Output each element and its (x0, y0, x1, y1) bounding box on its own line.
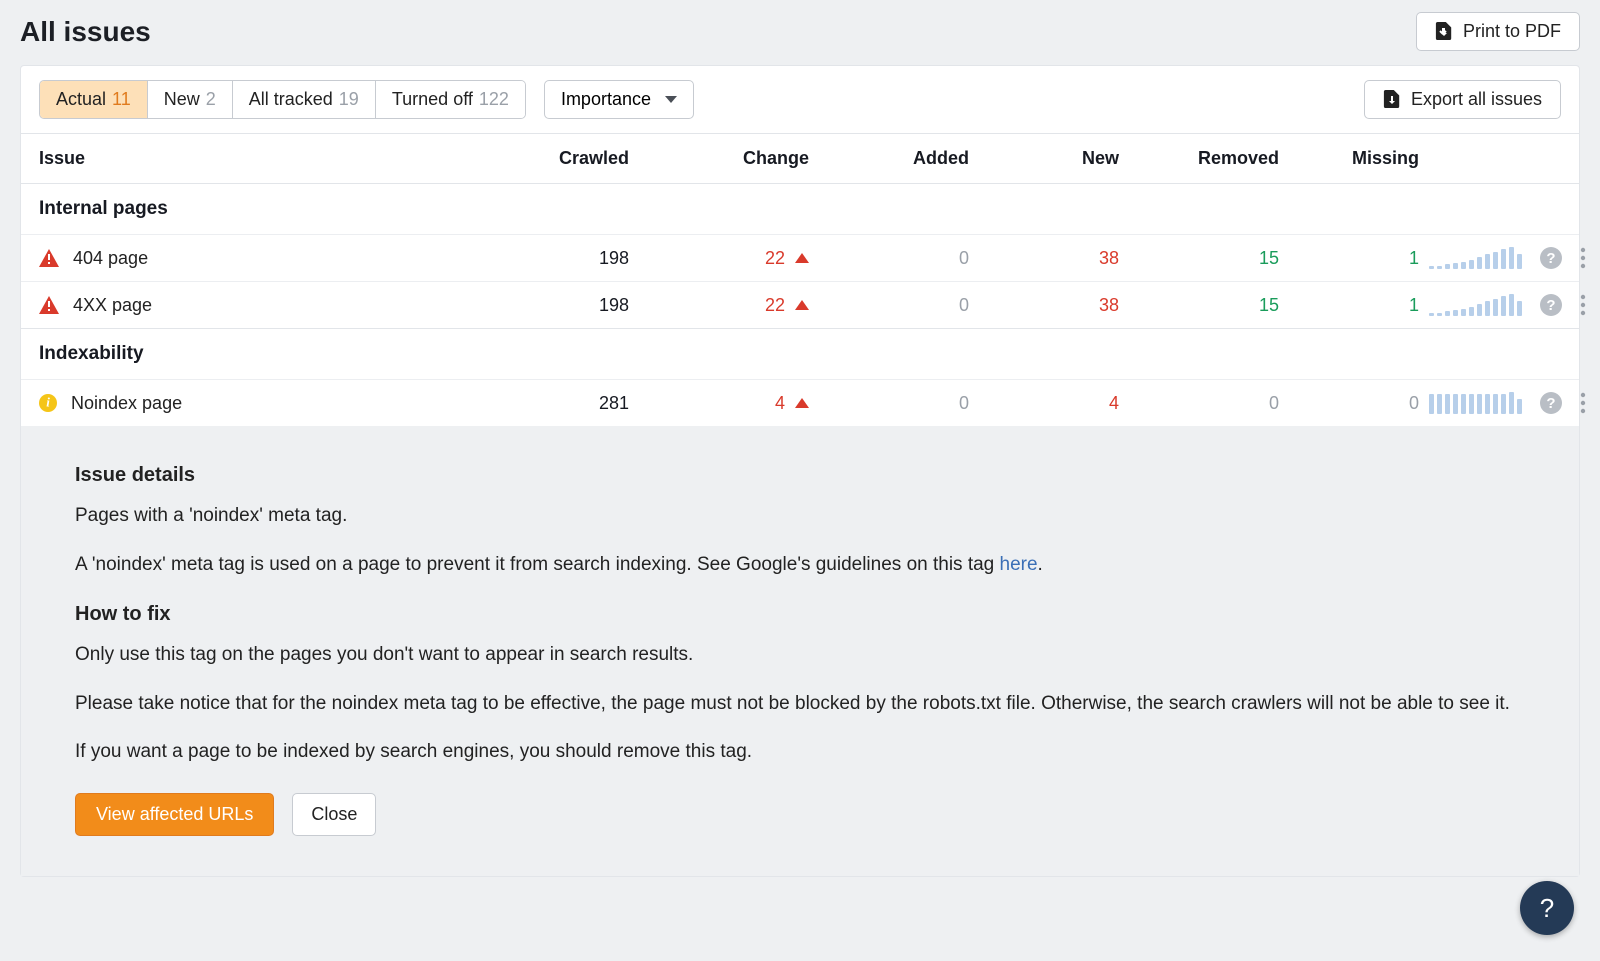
table-row[interactable]: Noindex page 281 4 0 4 0 0 ? (21, 380, 1579, 426)
table-row[interactable]: 404 page 198 22 0 38 15 1 ? (21, 235, 1579, 282)
export-label: Export all issues (1411, 89, 1542, 110)
removed-value: 0 (1129, 393, 1289, 414)
change-cell: 22 (639, 295, 819, 316)
removed-value: 15 (1129, 248, 1289, 269)
new-value: 38 (979, 248, 1129, 269)
issues-table: Issue Crawled Change Added New Removed M… (21, 134, 1579, 876)
kebab-menu-icon[interactable] (1580, 294, 1586, 316)
sparkline (1429, 392, 1522, 414)
how-to-fix-text: Only use this tag on the pages you don't… (75, 641, 1525, 670)
how-to-fix-heading: How to fix (75, 599, 1525, 629)
table-row[interactable]: 4XX page 198 22 0 38 15 1 ? (21, 282, 1579, 329)
svg-text:?: ? (1546, 395, 1555, 412)
help-fab-button[interactable]: ? (1520, 881, 1574, 935)
tab-turned-off[interactable]: Turned off 122 (376, 81, 525, 118)
tab-all-tracked[interactable]: All tracked 19 (233, 81, 376, 118)
sparkline (1429, 247, 1522, 269)
change-cell: 22 (639, 248, 819, 269)
kebab-menu-icon[interactable] (1580, 247, 1586, 269)
view-affected-urls-button[interactable]: View affected URLs (75, 793, 274, 836)
col-missing: Missing (1289, 148, 1429, 169)
issue-details-panel: Issue details Pages with a 'noindex' met… (21, 426, 1579, 876)
svg-text:?: ? (1546, 250, 1555, 267)
added-value: 0 (819, 248, 979, 269)
tab-count: 19 (339, 89, 359, 110)
text: . (1038, 554, 1043, 575)
trend-up-icon (795, 398, 809, 408)
col-issue: Issue (39, 148, 479, 169)
tab-label: Turned off (392, 89, 473, 110)
change-value: 4 (775, 393, 785, 414)
warning-circle-icon (39, 394, 57, 412)
col-crawled: Crawled (479, 148, 639, 169)
how-to-fix-text: If you want a page to be indexed by sear… (75, 738, 1525, 767)
new-value: 38 (979, 295, 1129, 316)
col-new: New (979, 148, 1129, 169)
issue-details-text: A 'noindex' meta tag is used on a page t… (75, 551, 1525, 580)
guidelines-link[interactable]: here (1000, 554, 1038, 575)
help-icon[interactable]: ? (1540, 294, 1562, 316)
tab-count: 122 (479, 89, 509, 110)
col-removed: Removed (1129, 148, 1289, 169)
table-header-row: Issue Crawled Change Added New Removed M… (21, 134, 1579, 184)
error-triangle-icon (39, 296, 59, 314)
col-change: Change (639, 148, 819, 169)
export-all-issues-button[interactable]: Export all issues (1364, 80, 1561, 119)
close-details-button[interactable]: Close (292, 793, 376, 836)
text: A 'noindex' meta tag is used on a page t… (75, 554, 1000, 575)
help-icon[interactable]: ? (1540, 392, 1562, 414)
issues-panel: Actual 11 New 2 All tracked 19 Turned of… (20, 65, 1580, 877)
issue-name: Noindex page (71, 393, 182, 414)
kebab-menu-icon[interactable] (1580, 392, 1586, 414)
new-value: 4 (979, 393, 1129, 414)
crawled-value: 198 (479, 295, 639, 316)
tab-new[interactable]: New 2 (148, 81, 233, 118)
removed-value: 15 (1129, 295, 1289, 316)
issue-details-heading: Issue details (75, 460, 1525, 490)
change-value: 22 (765, 295, 785, 316)
group-header-indexability: Indexability (21, 329, 1579, 380)
svg-text:?: ? (1546, 297, 1555, 314)
tab-actual[interactable]: Actual 11 (40, 81, 148, 118)
issue-name: 404 page (73, 248, 148, 269)
sparkline (1429, 294, 1522, 316)
importance-dropdown[interactable]: Importance (544, 80, 694, 119)
importance-label: Importance (561, 89, 651, 110)
missing-value: 0 (1289, 393, 1429, 414)
print-to-pdf-label: Print to PDF (1463, 21, 1561, 42)
error-triangle-icon (39, 249, 59, 267)
trend-up-icon (795, 253, 809, 263)
issue-name: 4XX page (73, 295, 152, 316)
filter-segmented-control: Actual 11 New 2 All tracked 19 Turned of… (39, 80, 526, 119)
how-to-fix-text: Please take notice that for the noindex … (75, 690, 1525, 719)
chevron-down-icon (665, 96, 677, 103)
tab-count: 2 (206, 89, 216, 110)
tab-label: New (164, 89, 200, 110)
crawled-value: 198 (479, 248, 639, 269)
missing-value: 1 (1289, 295, 1429, 316)
trend-up-icon (795, 300, 809, 310)
tab-label: Actual (56, 89, 106, 110)
group-header-internal-pages: Internal pages (21, 184, 1579, 235)
added-value: 0 (819, 393, 979, 414)
issue-details-text: Pages with a 'noindex' meta tag. (75, 502, 1525, 531)
print-to-pdf-button[interactable]: Print to PDF (1416, 12, 1580, 51)
change-value: 22 (765, 248, 785, 269)
export-download-icon (1383, 90, 1401, 110)
tab-count: 11 (112, 89, 131, 110)
tab-label: All tracked (249, 89, 333, 110)
help-icon[interactable]: ? (1540, 247, 1562, 269)
crawled-value: 281 (479, 393, 639, 414)
col-added: Added (819, 148, 979, 169)
added-value: 0 (819, 295, 979, 316)
page-title: All issues (20, 16, 151, 48)
missing-value: 1 (1289, 248, 1429, 269)
toolbar: Actual 11 New 2 All tracked 19 Turned of… (21, 66, 1579, 134)
pdf-download-icon (1435, 22, 1453, 42)
change-cell: 4 (639, 393, 819, 414)
